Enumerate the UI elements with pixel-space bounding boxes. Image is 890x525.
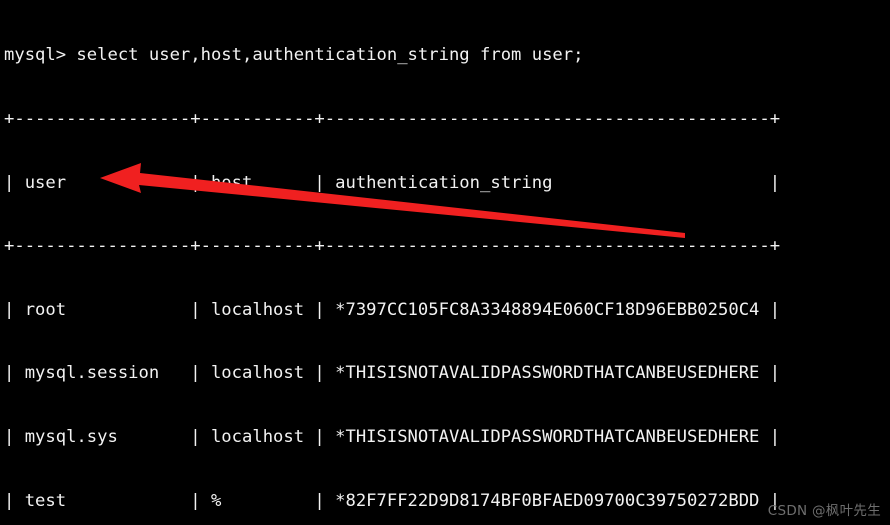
csdn-watermark: CSDN @枫叶先生 (767, 503, 881, 519)
table-rule-top-1: +-----------------+-----------+---------… (4, 109, 781, 129)
terminal-window[interactable]: mysql> select user,host,authentication_s… (0, 0, 890, 525)
terminal-output: mysql> select user,host,authentication_s… (4, 3, 780, 525)
table-row: | test | % | *82F7FF22D9D8174BF0BFAED097… (4, 490, 781, 511)
command-line-select-1: mysql> select user,host,authentication_s… (4, 45, 584, 66)
table-row: | root | localhost | *7397CC105FC8A33488… (4, 299, 781, 320)
table-rule-mid-1: +-----------------+-----------+---------… (4, 236, 781, 257)
table-row: | mysql.sys | localhost | *THISISNOTAVAL… (4, 426, 781, 447)
table-row: | mysql.session | localhost | *THISISNOT… (4, 363, 781, 384)
table-header-1: | user | host | authentication_string | (4, 172, 781, 193)
